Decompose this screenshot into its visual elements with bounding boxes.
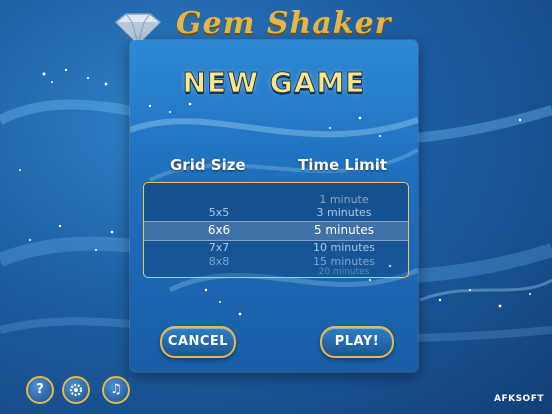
settings-button[interactable] bbox=[62, 376, 90, 404]
time-option-selected[interactable]: 5 minutes bbox=[294, 223, 394, 237]
help-icon: ? bbox=[36, 382, 44, 397]
gear-icon bbox=[69, 383, 83, 397]
dialog-title: NEW GAME bbox=[182, 66, 366, 100]
grid-option-selected[interactable]: 6x6 bbox=[184, 223, 254, 237]
time-option[interactable]: 1 minute bbox=[294, 193, 394, 206]
time-limit-label: Time Limit bbox=[298, 156, 388, 174]
time-limit-picker[interactable]: 1 minute 3 minutes 5 minutes 10 minutes … bbox=[294, 183, 394, 277]
grid-option[interactable]: 7x7 bbox=[184, 241, 254, 254]
grid-size-picker[interactable]: 5x5 6x6 7x7 8x8 bbox=[184, 183, 254, 277]
new-game-dialog: NEW GAME Grid Size Time Limit 5x5 6x6 7x… bbox=[130, 40, 418, 372]
time-option[interactable]: 3 minutes bbox=[294, 206, 394, 219]
grid-size-label: Grid Size bbox=[170, 156, 246, 174]
play-button[interactable]: PLAY! bbox=[320, 326, 394, 358]
music-button[interactable]: ♫ bbox=[102, 376, 130, 404]
options-picker: 5x5 6x6 7x7 8x8 1 minute 3 minutes 5 min… bbox=[143, 182, 409, 278]
grid-option[interactable]: 5x5 bbox=[184, 206, 254, 219]
music-icon: ♫ bbox=[110, 382, 122, 397]
grid-option[interactable]: 8x8 bbox=[184, 255, 254, 268]
game-logo: Gem Shaker bbox=[110, 4, 430, 46]
time-option[interactable]: 10 minutes bbox=[294, 241, 394, 254]
brand-label: AFKSOFT bbox=[493, 394, 544, 404]
time-option[interactable]: 20 minutes bbox=[294, 267, 394, 277]
cancel-button[interactable]: CANCEL bbox=[160, 326, 236, 358]
logo-text: Gem Shaker bbox=[176, 6, 392, 41]
help-button[interactable]: ? bbox=[26, 376, 54, 404]
